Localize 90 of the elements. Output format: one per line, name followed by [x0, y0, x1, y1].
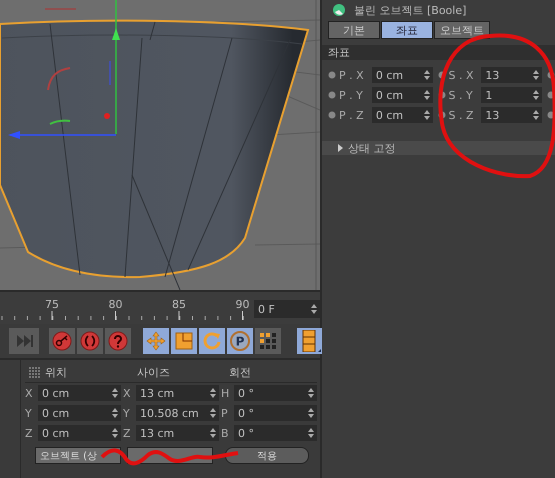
- toolbar-button[interactable]: [105, 328, 131, 354]
- key-icon: [52, 331, 72, 351]
- number-field[interactable]: 0 cm: [38, 405, 121, 421]
- spinner-icon: [308, 388, 314, 398]
- keyframe-dot-icon: [547, 111, 555, 119]
- keyframe-dot-icon: [328, 111, 336, 119]
- spinner-icon: [112, 428, 118, 438]
- toolbar-button[interactable]: [297, 328, 323, 354]
- toolbar-button[interactable]: [49, 328, 75, 354]
- number-field[interactable]: 0 cm: [372, 67, 432, 83]
- axis-label: B: [221, 426, 230, 440]
- column-header: 회전: [229, 365, 251, 380]
- keyframe-dot-icon: [438, 111, 446, 119]
- field-label: S . Y: [448, 88, 474, 102]
- dropdown-button[interactable]: 오브젝트 (상: [35, 447, 121, 464]
- major-tick: [242, 310, 243, 320]
- toolbar-button[interactable]: [77, 328, 103, 354]
- axis-label: P: [221, 406, 229, 420]
- field-label: P . X: [339, 68, 365, 82]
- axis-label: Z: [25, 426, 34, 440]
- spinner-icon: [424, 110, 430, 120]
- field-label: P . Y: [339, 88, 364, 102]
- spinner-icon: [210, 388, 216, 398]
- expand-arrow-icon: [338, 144, 343, 152]
- axis-label: H: [221, 386, 230, 400]
- scale-icon: [174, 331, 194, 351]
- spinner-icon: [308, 408, 314, 418]
- number-field[interactable]: 0 cm: [372, 107, 432, 123]
- number-field[interactable]: 0 °: [234, 385, 317, 401]
- frame-number: 85: [172, 298, 186, 311]
- grip-icon: [29, 366, 40, 378]
- spinner-icon: [533, 110, 539, 120]
- number-field[interactable]: 0 cm: [38, 425, 121, 441]
- spinner-icon: [424, 70, 430, 80]
- axis-label: Z: [123, 426, 132, 440]
- field-label: S . Z: [448, 108, 475, 122]
- keyframe-dot-icon: [328, 91, 336, 99]
- toolbar-button[interactable]: [255, 328, 281, 354]
- tab[interactable]: 좌표: [381, 21, 433, 39]
- field-label: S . X: [448, 68, 475, 82]
- axis-label: Y: [25, 406, 33, 420]
- move-icon: [146, 331, 166, 351]
- number-field[interactable]: 0 cm: [38, 385, 121, 401]
- rotate-icon: [202, 331, 222, 351]
- axis-label: Y: [123, 406, 131, 420]
- spinner-icon: [210, 408, 216, 418]
- spinner-icon: [311, 304, 317, 314]
- spinner-icon: [210, 428, 216, 438]
- major-tick: [178, 310, 180, 320]
- major-tick: [115, 310, 116, 320]
- toolbar-button[interactable]: [171, 328, 197, 354]
- help-icon: [108, 331, 128, 351]
- panel-title: 불린 오브젝트 [Boole]: [354, 2, 466, 18]
- field-label: P . Z: [339, 108, 365, 122]
- number-field[interactable]: 0 F: [254, 300, 320, 318]
- spinner-icon: [308, 428, 314, 438]
- grid-icon: [258, 331, 278, 351]
- number-field[interactable]: 13: [481, 67, 542, 83]
- collapsed-group[interactable]: 상태 고정: [322, 141, 555, 155]
- number-field[interactable]: 13 cm: [136, 425, 219, 441]
- keyframe-dot-icon: [328, 71, 336, 79]
- spinner-icon: [112, 408, 118, 418]
- column-header: 위치: [45, 365, 67, 380]
- axis-label: X: [25, 386, 34, 400]
- keyframe-dot-icon: [438, 71, 446, 79]
- number-field[interactable]: 13 cm: [136, 385, 219, 401]
- spinner-icon: [112, 388, 118, 398]
- number-field[interactable]: 0 °: [234, 425, 317, 441]
- axis-label: X: [123, 386, 132, 400]
- tab[interactable]: 기본: [328, 21, 380, 39]
- number-field[interactable]: 0 cm: [372, 87, 432, 103]
- frame-number: 75: [45, 298, 59, 311]
- spinner-icon: [533, 70, 539, 80]
- frame-number: 80: [108, 298, 122, 311]
- keyframe-dot-icon: [547, 71, 555, 79]
- spinner-icon: [533, 90, 539, 100]
- spinner-icon: [424, 90, 430, 100]
- apply-button[interactable]: 적용: [225, 447, 309, 464]
- tab[interactable]: 오브젝트: [434, 21, 490, 39]
- number-field[interactable]: 10.508 cm: [136, 405, 219, 421]
- number-field[interactable]: 13: [481, 107, 542, 123]
- record-icon: [80, 331, 100, 351]
- number-field[interactable]: 0 °: [234, 405, 317, 421]
- group-label: 상태 고정: [348, 140, 396, 156]
- section-header: 좌표: [322, 45, 555, 60]
- keyframe-dot-icon: [547, 91, 555, 99]
- frame-number: 90: [236, 298, 250, 311]
- number-field[interactable]: 1: [481, 87, 542, 103]
- object-icon: [332, 3, 346, 17]
- column-header: 사이즈: [137, 365, 170, 380]
